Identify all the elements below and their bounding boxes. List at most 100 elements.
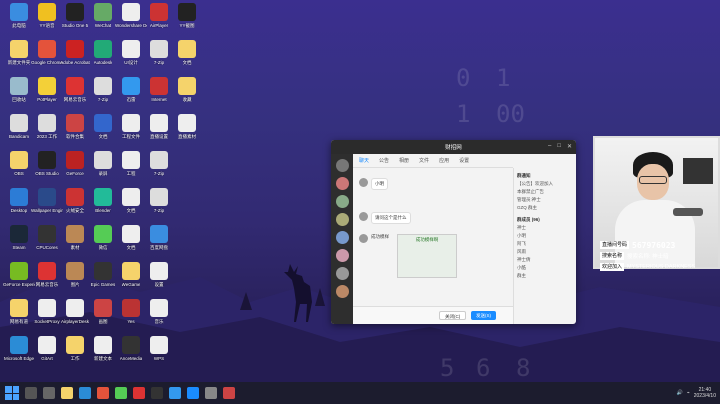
- desktop-icon[interactable]: GeForce Experience: [3, 262, 35, 287]
- qq-icon[interactable]: [187, 387, 199, 399]
- member-item[interactable]: 神士: [517, 225, 573, 231]
- desktop-icon[interactable]: 文档: [172, 40, 202, 65]
- desktop-icon[interactable]: GeForce: [60, 151, 90, 176]
- conversation-avatar[interactable]: [335, 285, 349, 298]
- member-item[interactable]: 风雨: [517, 249, 573, 255]
- desktop-icon[interactable]: YY截图: [172, 3, 202, 28]
- desktop-icon[interactable]: Epic Games: [88, 262, 118, 287]
- task-view-icon[interactable]: [43, 387, 55, 399]
- member-item[interactable]: 小明: [517, 233, 573, 239]
- desktop-icon[interactable]: 工程文件: [116, 114, 146, 139]
- desktop-icon[interactable]: 直播素材: [172, 114, 202, 139]
- desktop-icon[interactable]: Internet: [144, 77, 174, 102]
- desktop-icon[interactable]: 此电脑: [4, 3, 34, 28]
- desktop-icon[interactable]: Wallpaper Engine: [31, 188, 63, 213]
- desktop-icon[interactable]: 网易有道: [4, 299, 34, 324]
- conversation-avatar[interactable]: [335, 195, 349, 208]
- desktop-icon[interactable]: SocketProxy: [32, 299, 62, 324]
- sticker-image[interactable]: 成功模样啊: [397, 234, 457, 278]
- close-button[interactable]: 关闭(C): [439, 311, 467, 320]
- desktop-icon[interactable]: 7-Zip: [144, 40, 174, 65]
- desktop-icon[interactable]: 音乐: [144, 299, 174, 324]
- desktop-icon[interactable]: 画图: [88, 299, 118, 324]
- desktop-icon[interactable]: PotPlayer: [32, 77, 62, 102]
- desktop-icon[interactable]: 回收站: [4, 77, 34, 102]
- clock-date[interactable]: 2023/4/10: [694, 393, 716, 399]
- desktop-icon[interactable]: 收藏: [172, 77, 202, 102]
- desktop-icon[interactable]: GitArt: [32, 336, 62, 361]
- chrome-icon[interactable]: [97, 387, 109, 399]
- conversation-avatar[interactable]: [335, 231, 349, 244]
- desktop-icon[interactable]: 7-Zip: [144, 188, 174, 213]
- search-icon[interactable]: [25, 387, 37, 399]
- chat-titlebar[interactable]: 财招网 – □ ✕: [331, 140, 576, 154]
- desktop-icon[interactable]: 迅雷: [116, 77, 146, 102]
- desktop-icon[interactable]: Desktop: [4, 188, 34, 213]
- desktop-icon[interactable]: CPUCores: [32, 225, 62, 250]
- desktop-icon[interactable]: 软件合集: [60, 114, 90, 139]
- member-item[interactable]: 小酷: [517, 265, 573, 271]
- desktop-icon[interactable]: Adobe Acrobat: [60, 40, 90, 65]
- desktop-icon[interactable]: 素材: [60, 225, 90, 250]
- member-item[interactable]: 群主: [517, 273, 573, 279]
- desktop-icon[interactable]: 网易云音乐: [60, 77, 90, 102]
- tab-0[interactable]: 聊天: [359, 157, 369, 164]
- obs-icon[interactable]: [151, 387, 163, 399]
- desktop-icon[interactable]: Blender: [88, 188, 118, 213]
- tab-5[interactable]: 设置: [459, 157, 469, 164]
- member-item[interactable]: 神士倩: [517, 257, 573, 263]
- close-icon[interactable]: ✕: [567, 143, 572, 150]
- minimize-icon[interactable]: –: [548, 143, 551, 150]
- desktop-icon[interactable]: 网易云音乐: [32, 262, 62, 287]
- desktop-icon[interactable]: 工作: [60, 336, 90, 361]
- member-item[interactable]: 阿飞: [517, 241, 573, 247]
- desktop-icon[interactable]: 火绒安全: [60, 188, 90, 213]
- edge-icon[interactable]: [79, 387, 91, 399]
- desktop-icon[interactable]: YY语音: [32, 3, 62, 28]
- desktop-icon[interactable]: OBS Studio: [32, 151, 62, 176]
- desktop-icon[interactable]: 工程: [116, 151, 146, 176]
- volume-icon[interactable]: 🔊: [677, 390, 683, 396]
- tab-4[interactable]: 应用: [439, 157, 449, 164]
- conversation-avatar[interactable]: [335, 213, 349, 226]
- conversation-avatar[interactable]: [335, 159, 349, 172]
- desktop-icon[interactable]: WeChat: [88, 3, 118, 28]
- windows-start-icon[interactable]: [5, 386, 19, 400]
- tab-2[interactable]: 相册: [399, 157, 409, 164]
- desktop-icon[interactable]: AirplayerDesk: [60, 299, 90, 324]
- tab-3[interactable]: 文件: [419, 157, 429, 164]
- desktop-icon[interactable]: 文档: [116, 225, 146, 250]
- desktop-icon[interactable]: WPS: [144, 336, 174, 361]
- desktop-icon[interactable]: 百度网盘: [144, 225, 174, 250]
- desktop-icon[interactable]: 文档: [88, 114, 118, 139]
- app-icon[interactable]: [223, 387, 235, 399]
- music-icon[interactable]: [133, 387, 145, 399]
- app-icon[interactable]: [169, 387, 181, 399]
- desktop-icon[interactable]: Steam: [4, 225, 34, 250]
- desktop-icon[interactable]: 新建文本: [88, 336, 118, 361]
- desktop-icon[interactable]: 文档: [116, 188, 146, 213]
- desktop-icon[interactable]: AnceMedia: [116, 336, 146, 361]
- network-icon[interactable]: ⌁: [687, 390, 690, 396]
- desktop-icon[interactable]: WeGame: [116, 262, 146, 287]
- desktop-icon[interactable]: 微信: [88, 225, 118, 250]
- app-icon[interactable]: [205, 387, 217, 399]
- desktop-icon[interactable]: UI设计: [116, 40, 146, 65]
- desktop-icon[interactable]: 2023 工作: [32, 114, 62, 139]
- group-chat-window[interactable]: 财招网 – □ ✕ 聊天 公告 相册 文件 应用 设置 小明 请问这个是什么 成功模样: [331, 140, 576, 324]
- send-button[interactable]: 发送(S): [471, 311, 496, 320]
- conversation-avatar[interactable]: [335, 267, 349, 280]
- desktop-icon[interactable]: Google Chrome: [31, 40, 63, 65]
- desktop-icon[interactable]: AirPlayer: [144, 3, 174, 28]
- maximize-icon[interactable]: □: [557, 143, 561, 150]
- desktop-icon[interactable]: Wondershare DemoCreator: [115, 3, 147, 28]
- conversation-avatar[interactable]: [335, 249, 349, 262]
- wechat-icon[interactable]: [115, 387, 127, 399]
- file-explorer-icon[interactable]: [61, 387, 73, 399]
- desktop-icon[interactable]: Studio One 5: [60, 3, 90, 28]
- desktop-icon[interactable]: 新建文件夹: [4, 40, 34, 65]
- desktop-icon[interactable]: 录屏: [88, 151, 118, 176]
- message-input-area[interactable]: 关闭(C) 发送(S): [353, 306, 513, 324]
- desktop-icon[interactable]: OBS: [4, 151, 34, 176]
- desktop-icon[interactable]: 直播设置: [144, 114, 174, 139]
